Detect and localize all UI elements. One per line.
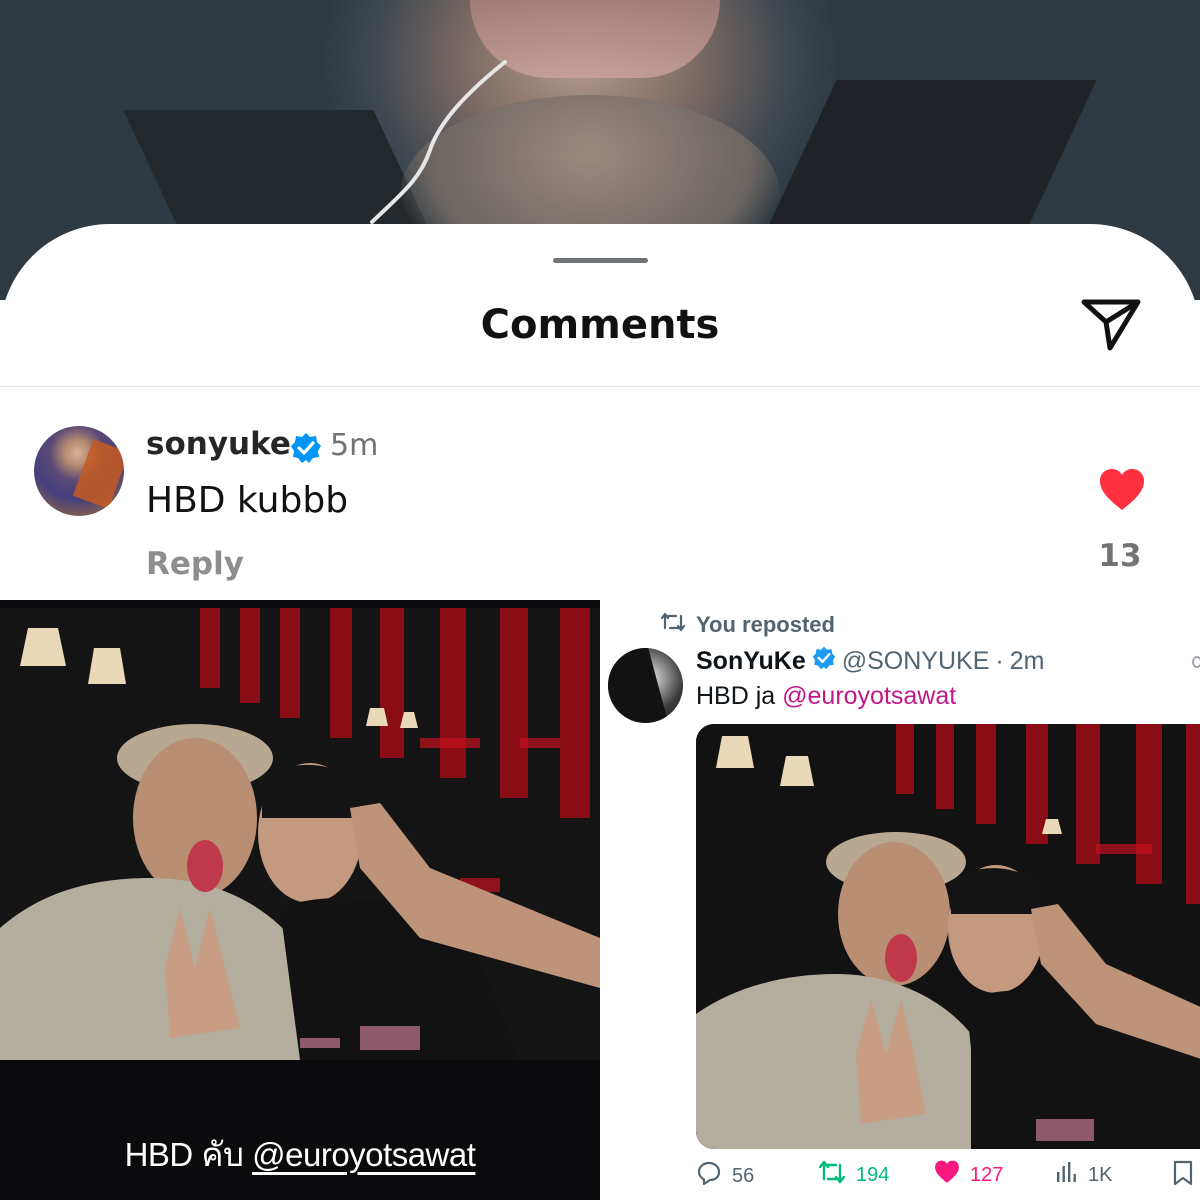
tweet-action-bar: 56 194 127 1K — [696, 1160, 1200, 1194]
header-divider — [0, 386, 1200, 387]
comment-like-count: 13 — [1098, 538, 1142, 574]
heart-filled-icon — [934, 1160, 960, 1190]
views-action[interactable]: 1K — [1054, 1160, 1112, 1190]
repost-action[interactable]: 194 — [818, 1160, 889, 1190]
repost-icon — [818, 1160, 846, 1190]
repost-context: You reposted — [660, 612, 835, 638]
heart-filled-icon[interactable] — [1098, 468, 1146, 517]
comment-text: HBD kubbb — [146, 480, 349, 521]
repost-count: 194 — [856, 1163, 890, 1186]
story-caption-text: HBD คับ — [124, 1136, 244, 1173]
story-caption-mention[interactable]: @euroyotsawat — [252, 1136, 476, 1173]
tweet-separator: · — [995, 647, 1004, 675]
like-count: 127 — [970, 1163, 1004, 1186]
analytics-bars-icon — [1054, 1160, 1078, 1190]
like-action[interactable]: 127 — [934, 1160, 1003, 1190]
tweet-mention[interactable]: @euroyotsawat — [782, 682, 956, 710]
drag-handle[interactable] — [553, 258, 648, 263]
reply-action[interactable]: 56 — [696, 1160, 754, 1192]
avatar-hair — [608, 648, 668, 723]
tweet-text: HBD ja @euroyotsawat — [696, 682, 956, 711]
views-count: 1K — [1088, 1163, 1113, 1186]
send-icon[interactable] — [1078, 294, 1144, 354]
reply-count: 56 — [732, 1164, 755, 1187]
sheet-title: Comments — [480, 302, 720, 348]
reply-icon — [696, 1160, 722, 1192]
verified-badge-icon — [290, 432, 322, 469]
story-photo — [0, 608, 600, 1060]
tweet-text-body: HBD ja — [696, 682, 776, 710]
tweet-time[interactable]: 2m — [1010, 647, 1045, 676]
verified-badge-icon — [812, 646, 836, 677]
bookmark-icon[interactable] — [1172, 1160, 1194, 1186]
grok-icon[interactable] — [1192, 656, 1200, 668]
tweet-card[interactable]: You reposted SonYuKe @SONYUKE · 2m HBD j… — [600, 604, 1200, 1200]
story-screenshot: HBD คับ @euroyotsawat — [0, 600, 600, 1200]
tweet-avatar[interactable] — [608, 648, 683, 723]
repost-icon — [660, 612, 686, 638]
tweet-header: SonYuKe @SONYUKE · 2m — [696, 646, 1044, 677]
tweet-handle[interactable]: @SONYUKE — [842, 647, 990, 676]
comment-time: 5m — [330, 428, 379, 463]
repost-label: You reposted — [696, 612, 835, 637]
avatar[interactable] — [34, 426, 124, 516]
reply-button[interactable]: Reply — [146, 546, 244, 582]
tweet-display-name[interactable]: SonYuKe — [696, 647, 806, 676]
story-caption: HBD คับ @euroyotsawat — [0, 1128, 600, 1181]
comment-username[interactable]: sonyuke — [146, 426, 291, 462]
tweet-media-photo[interactable] — [696, 724, 1200, 1149]
